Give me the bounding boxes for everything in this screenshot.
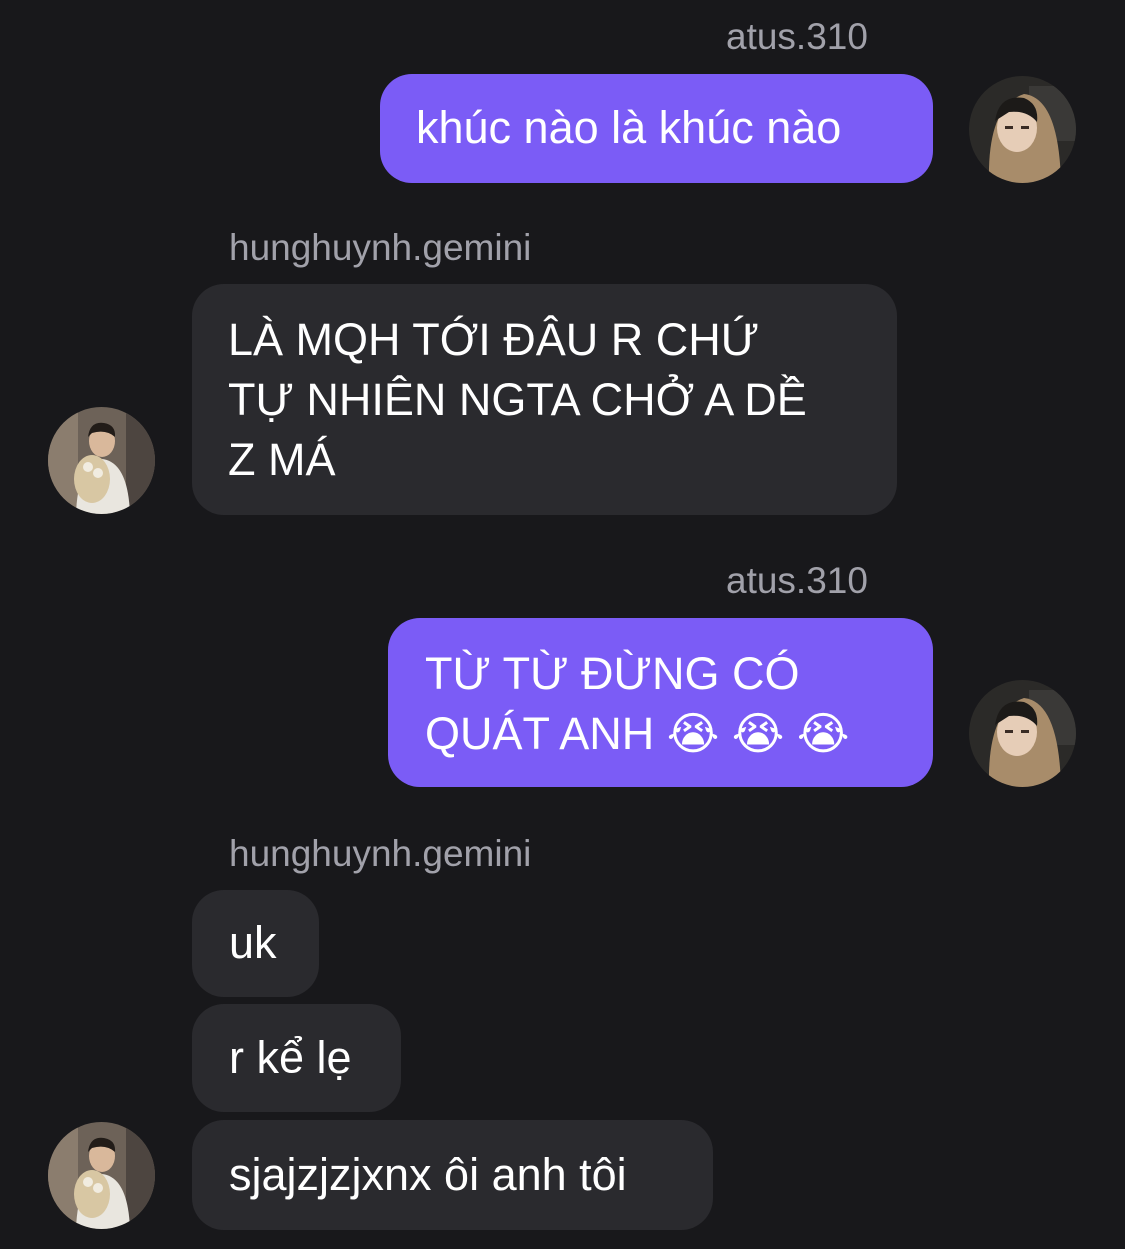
- avatar-photo-other-icon: [48, 1122, 155, 1229]
- message-bubble-incoming[interactable]: r kể lẹ: [192, 1004, 401, 1112]
- message-bubble-incoming[interactable]: uk: [192, 890, 319, 997]
- message-bubble-incoming[interactable]: LÀ MQH TỚI ĐÂU R CHỨ TỰ NHIÊN NGTA CHỞ A…: [192, 284, 897, 515]
- sender-name: atus.310: [726, 16, 868, 57]
- avatar-me[interactable]: [969, 76, 1076, 183]
- message-bubble-incoming[interactable]: sjajzjzjxnx ôi anh tôi: [192, 1120, 713, 1230]
- sender-name: atus.310: [726, 560, 868, 601]
- avatar-photo-me-icon: [969, 680, 1076, 787]
- message-bubble-outgoing[interactable]: TỪ TỪ ĐỪNG CÓ QUÁT ANH 😭 😭 😭: [388, 618, 933, 787]
- sender-name: hunghuynh.gemini: [229, 833, 532, 874]
- message-bubble-outgoing[interactable]: khúc nào là khúc nào: [380, 74, 933, 183]
- avatar-photo-me-icon: [969, 76, 1076, 183]
- avatar-other[interactable]: [48, 1122, 155, 1229]
- sender-name: hunghuynh.gemini: [229, 227, 532, 268]
- avatar-other[interactable]: [48, 407, 155, 514]
- avatar-me[interactable]: [969, 680, 1076, 787]
- avatar-photo-other-icon: [48, 407, 155, 514]
